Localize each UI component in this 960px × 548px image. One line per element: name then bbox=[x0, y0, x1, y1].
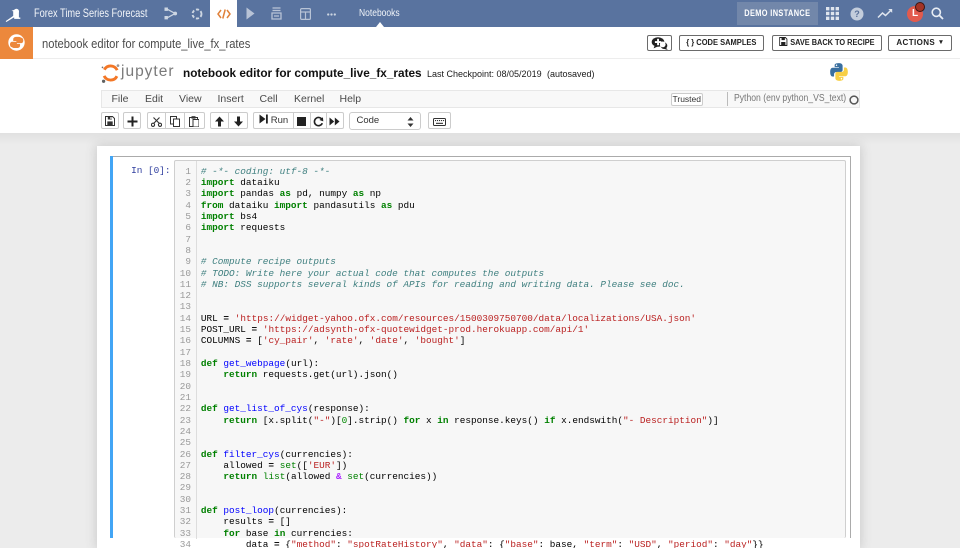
svg-text:?: ? bbox=[854, 9, 860, 19]
